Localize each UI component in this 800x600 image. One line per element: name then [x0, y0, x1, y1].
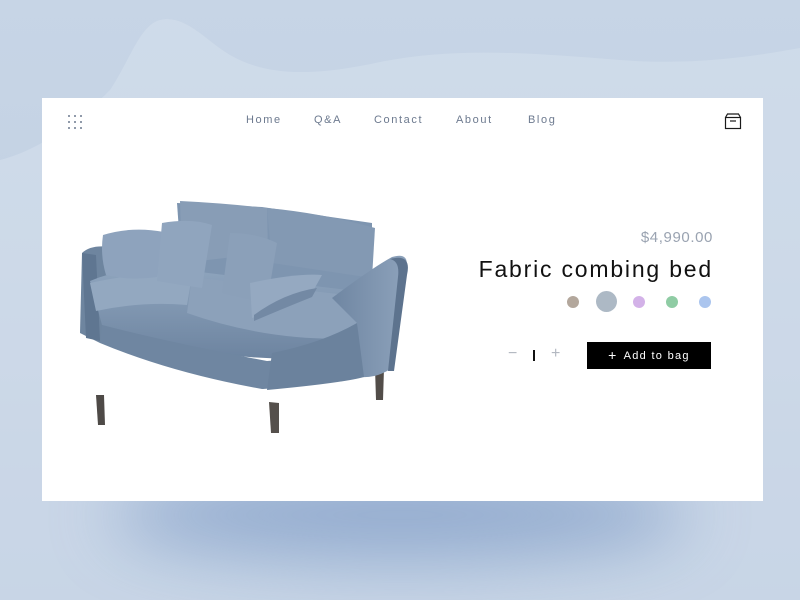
add-to-bag-label: Add to bag — [623, 349, 690, 362]
color-swatch-blue-gray-selected[interactable] — [596, 291, 617, 312]
shopping-bag-icon[interactable] — [724, 113, 742, 130]
nav-home[interactable]: Home — [246, 114, 282, 126]
sofa-image — [80, 201, 408, 433]
nav-about[interactable]: About — [456, 114, 493, 126]
nav-blog[interactable]: Blog — [528, 114, 556, 126]
product-card: Home Q&A Contact About Blog $4,990.00 Fa… — [42, 98, 763, 501]
color-swatch-light-blue[interactable] — [699, 296, 711, 308]
color-swatch-lilac[interactable] — [633, 296, 645, 308]
main-nav: Home Q&A Contact About Blog — [42, 114, 763, 128]
quantity-decrease-button[interactable]: − — [508, 346, 517, 362]
color-swatch-taupe[interactable] — [567, 296, 579, 308]
nav-contact[interactable]: Contact — [374, 114, 423, 126]
product-title: Fabric combing bed — [478, 256, 713, 282]
plus-icon: + — [608, 347, 618, 363]
color-swatch-green[interactable] — [666, 296, 678, 308]
add-to-bag-button[interactable]: + Add to bag — [587, 342, 711, 369]
nav-qa[interactable]: Q&A — [314, 114, 342, 126]
quantity-value[interactable]: 1 — [533, 350, 535, 361]
product-price: $4,990.00 — [640, 229, 713, 246]
quantity-increase-button[interactable]: + — [551, 346, 560, 362]
